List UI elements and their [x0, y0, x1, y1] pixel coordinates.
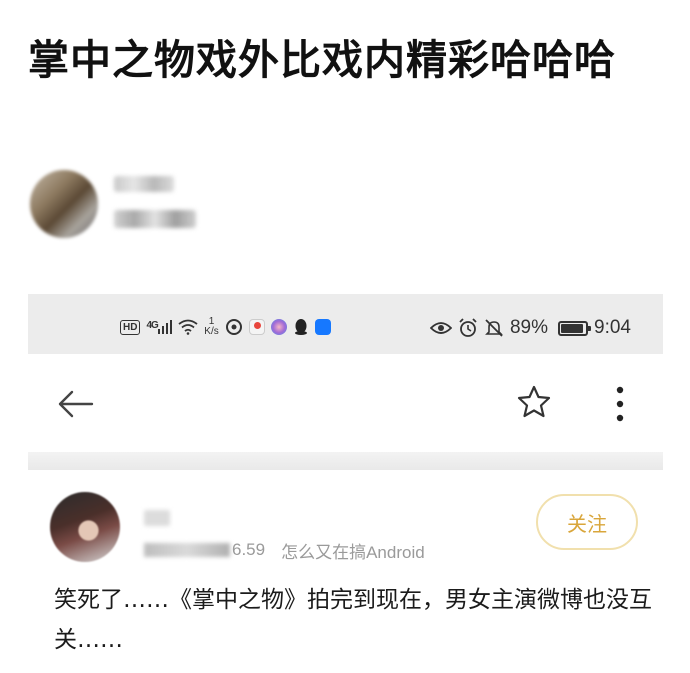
alarm-icon: [459, 318, 477, 337]
maps-icon: [248, 319, 265, 335]
status-time: 9:04: [594, 317, 631, 338]
alipay-icon: [314, 319, 331, 335]
author-meta-blurred: [114, 210, 196, 228]
author-avatar[interactable]: [30, 170, 98, 238]
app-icon: [270, 319, 287, 335]
qq-icon: [294, 319, 307, 335]
comment-source: 怎么又在搞Android: [281, 542, 425, 562]
comment-text: 笑死了……《掌中之物》拍完到现在，男女主演微博也没互关……: [54, 587, 652, 653]
section-divider: [28, 452, 663, 470]
network-speed: 1 K/s: [204, 317, 218, 337]
network-type-label: 4G: [146, 320, 158, 331]
commenter-name-blurred: [144, 510, 170, 526]
author-name-blurred: [114, 176, 174, 192]
battery-icon: [558, 320, 592, 336]
netease-icon: [225, 319, 242, 335]
wifi-icon: [178, 319, 198, 335]
star-icon[interactable]: [516, 384, 552, 420]
follow-button[interactable]: 关注: [536, 494, 638, 550]
hd-icon: HD: [120, 319, 141, 335]
comment-meta-partial: 6.59: [232, 540, 266, 559]
commenter-avatar[interactable]: [50, 492, 120, 562]
post-title: 掌中之物戏外比戏内精彩哈哈哈: [28, 36, 616, 84]
embedded-phone-screenshot: HD 4G 1 K/s 89% 9:04 6.59 怎么又在搞Android 关…: [28, 294, 663, 673]
signal-icon: 4G: [146, 320, 173, 334]
mute-icon: [485, 319, 503, 337]
network-speed-unit: K/s: [204, 326, 219, 337]
comment-card: 6.59 怎么又在搞Android 关注 笑死了……《掌中之物》拍完到现在，男女…: [28, 470, 663, 673]
battery-percent: 89%: [509, 317, 549, 338]
status-bar-right: 89% 9:04: [429, 316, 631, 340]
back-arrow-icon[interactable]: [56, 384, 96, 424]
status-bar: HD 4G 1 K/s 89% 9:04: [28, 294, 663, 354]
eye-icon: [429, 322, 452, 334]
more-vertical-icon[interactable]: [606, 384, 634, 424]
status-bar-left: HD 4G 1 K/s: [120, 314, 331, 340]
author-info: [30, 170, 230, 240]
comment-meta-blurred: [144, 543, 230, 557]
app-toolbar: [28, 354, 663, 454]
comment-meta: 6.59 怎么又在搞Android: [144, 538, 425, 562]
